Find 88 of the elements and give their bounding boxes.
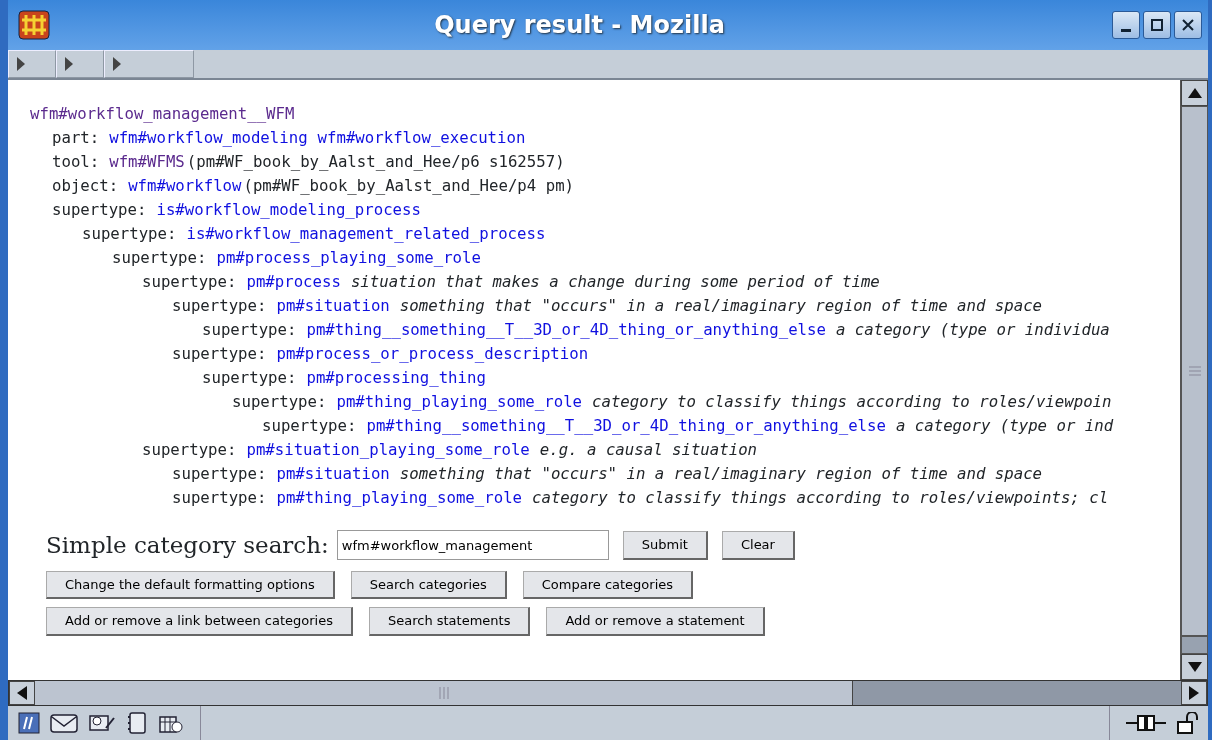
source-text: (pm#WF_book_by_Aalst_and_Hee/p4 pm) — [243, 175, 575, 198]
relation-label: supertype: — [232, 391, 327, 414]
down-arrow-icon — [1187, 662, 1202, 672]
description-text: e.g. a causal situation — [539, 439, 758, 462]
scrollbar-track[interactable] — [1181, 636, 1208, 654]
relation-label: supertype: — [172, 295, 267, 318]
category-link[interactable]: pm#situation — [276, 462, 390, 486]
relation-label: part: — [52, 127, 100, 150]
scroll-left-button[interactable] — [9, 681, 35, 705]
relation-label: tool: — [52, 151, 100, 174]
relation-label: supertype: — [202, 319, 297, 342]
category-link[interactable]: wfm#WFMS — [109, 150, 185, 174]
description-text: a category (type or individua — [835, 319, 1110, 342]
minimize-button[interactable] — [1112, 11, 1140, 39]
category-link[interactable]: pm#process — [246, 270, 341, 294]
description-text: category to classify things according to roles/viewpoints; cl — [532, 487, 1109, 510]
relation-label: supertype: — [82, 223, 177, 246]
maximize-icon — [1150, 18, 1164, 32]
form-button[interactable]: Submit — [622, 531, 708, 560]
form-button[interactable]: Search categories — [350, 570, 507, 599]
search-field[interactable]: wfm#workflow_management — [336, 530, 609, 561]
relation-label: supertype: — [52, 199, 147, 222]
category-link[interactable]: pm#situation_playing_some_role — [246, 438, 530, 462]
triangle-icon — [65, 57, 73, 71]
close-button[interactable] — [1174, 11, 1202, 39]
category-link[interactable]: pm#processing_thing — [306, 366, 486, 390]
relation-label: supertype: — [112, 247, 207, 270]
maximize-button[interactable] — [1143, 11, 1171, 39]
relation-label: supertype: — [172, 343, 267, 366]
minimize-icon — [1121, 28, 1131, 32]
category-link[interactable]: wfm#workflow_management__WFM — [30, 102, 295, 126]
scroll-down-button[interactable] — [1181, 654, 1208, 680]
category-link[interactable]: pm#situation — [276, 294, 390, 318]
form-button[interactable]: Compare categories — [522, 570, 694, 599]
composer-icon[interactable] — [88, 712, 116, 734]
form-button[interactable]: Add or remove a statement — [546, 607, 765, 636]
form-button[interactable]: Add or remove a link between categories — [46, 607, 353, 636]
relation-label: supertype: — [142, 271, 237, 294]
category-link[interactable]: is#workflow_management_related_process — [186, 222, 546, 246]
mail-icon[interactable] — [50, 712, 78, 734]
triangle-icon — [113, 57, 121, 71]
category-link[interactable]: pm#thing__something__T__3D_or_4D_thing_or_anything_else — [306, 318, 826, 342]
app-icon — [18, 10, 50, 40]
connection-icon — [1126, 712, 1166, 734]
description-text: category to classify things according to roles/viewpoin — [592, 391, 1112, 414]
category-link[interactable]: pm#process_or_process_description — [276, 342, 589, 366]
toolbar-grip[interactable] — [56, 50, 104, 78]
category-link[interactable]: wfm#workflow_execution — [317, 126, 526, 150]
source-text: (pm#WF_book_by_Aalst_and_Hee/p6 s162557) — [186, 151, 565, 174]
form-button[interactable]: Change the default formatting options — [46, 570, 335, 599]
category-link[interactable]: pm#thing_playing_some_role — [276, 486, 522, 510]
relation-label: object: — [52, 175, 119, 198]
category-link[interactable]: pm#process_playing_some_role — [216, 246, 481, 270]
toolbar-grip[interactable] — [104, 50, 194, 78]
scrollbar-thumb[interactable] — [35, 681, 853, 705]
scroll-up-button[interactable] — [1181, 80, 1208, 106]
scroll-right-button[interactable] — [1181, 681, 1207, 705]
relation-label: supertype: — [202, 367, 297, 390]
relation-label: supertype: — [142, 439, 237, 462]
category-link[interactable]: wfm#workflow — [128, 174, 242, 198]
address-book-icon[interactable] — [126, 712, 148, 734]
description-text: situation that makes a change during some period of time — [350, 271, 880, 294]
category-link[interactable]: pm#thing_playing_some_role — [336, 390, 582, 414]
category-link[interactable]: is#workflow_modeling_process — [156, 198, 421, 222]
description-text: something that "occurs" in a real/imaginary region of time and space — [399, 463, 1043, 486]
grip-icon — [437, 686, 450, 700]
category-link[interactable]: wfm#workflow_modeling — [109, 126, 308, 150]
horizontal-scrollbar[interactable] — [8, 680, 1208, 706]
padlock-icon — [1176, 712, 1198, 734]
triangle-icon — [17, 57, 25, 71]
form-button[interactable]: Clear — [721, 531, 795, 560]
grip-icon — [1187, 365, 1202, 377]
close-icon — [1181, 18, 1195, 32]
left-arrow-icon — [17, 686, 27, 700]
window-title: Query result - Mozilla — [433, 10, 726, 41]
category-link[interactable]: pm#thing__something__T__3D_or_4D_thing_or_anything_else — [366, 414, 886, 438]
relation-label: supertype: — [172, 487, 267, 510]
description-text: a category (type or ind — [895, 415, 1114, 438]
right-arrow-icon — [1189, 686, 1199, 700]
relation-label: supertype: — [262, 415, 357, 438]
search-label: Simple category search: — [46, 531, 329, 560]
toolbar-grip[interactable] — [8, 50, 56, 78]
up-arrow-icon — [1187, 88, 1202, 98]
scrollbar-thumb[interactable] — [1181, 106, 1208, 636]
description-text: something that "occurs" in a real/imaginary region of time and space — [399, 295, 1043, 318]
relation-label: supertype: — [172, 463, 267, 486]
form-button[interactable]: Search statements — [368, 607, 531, 636]
browser-icon[interactable] — [18, 712, 40, 734]
